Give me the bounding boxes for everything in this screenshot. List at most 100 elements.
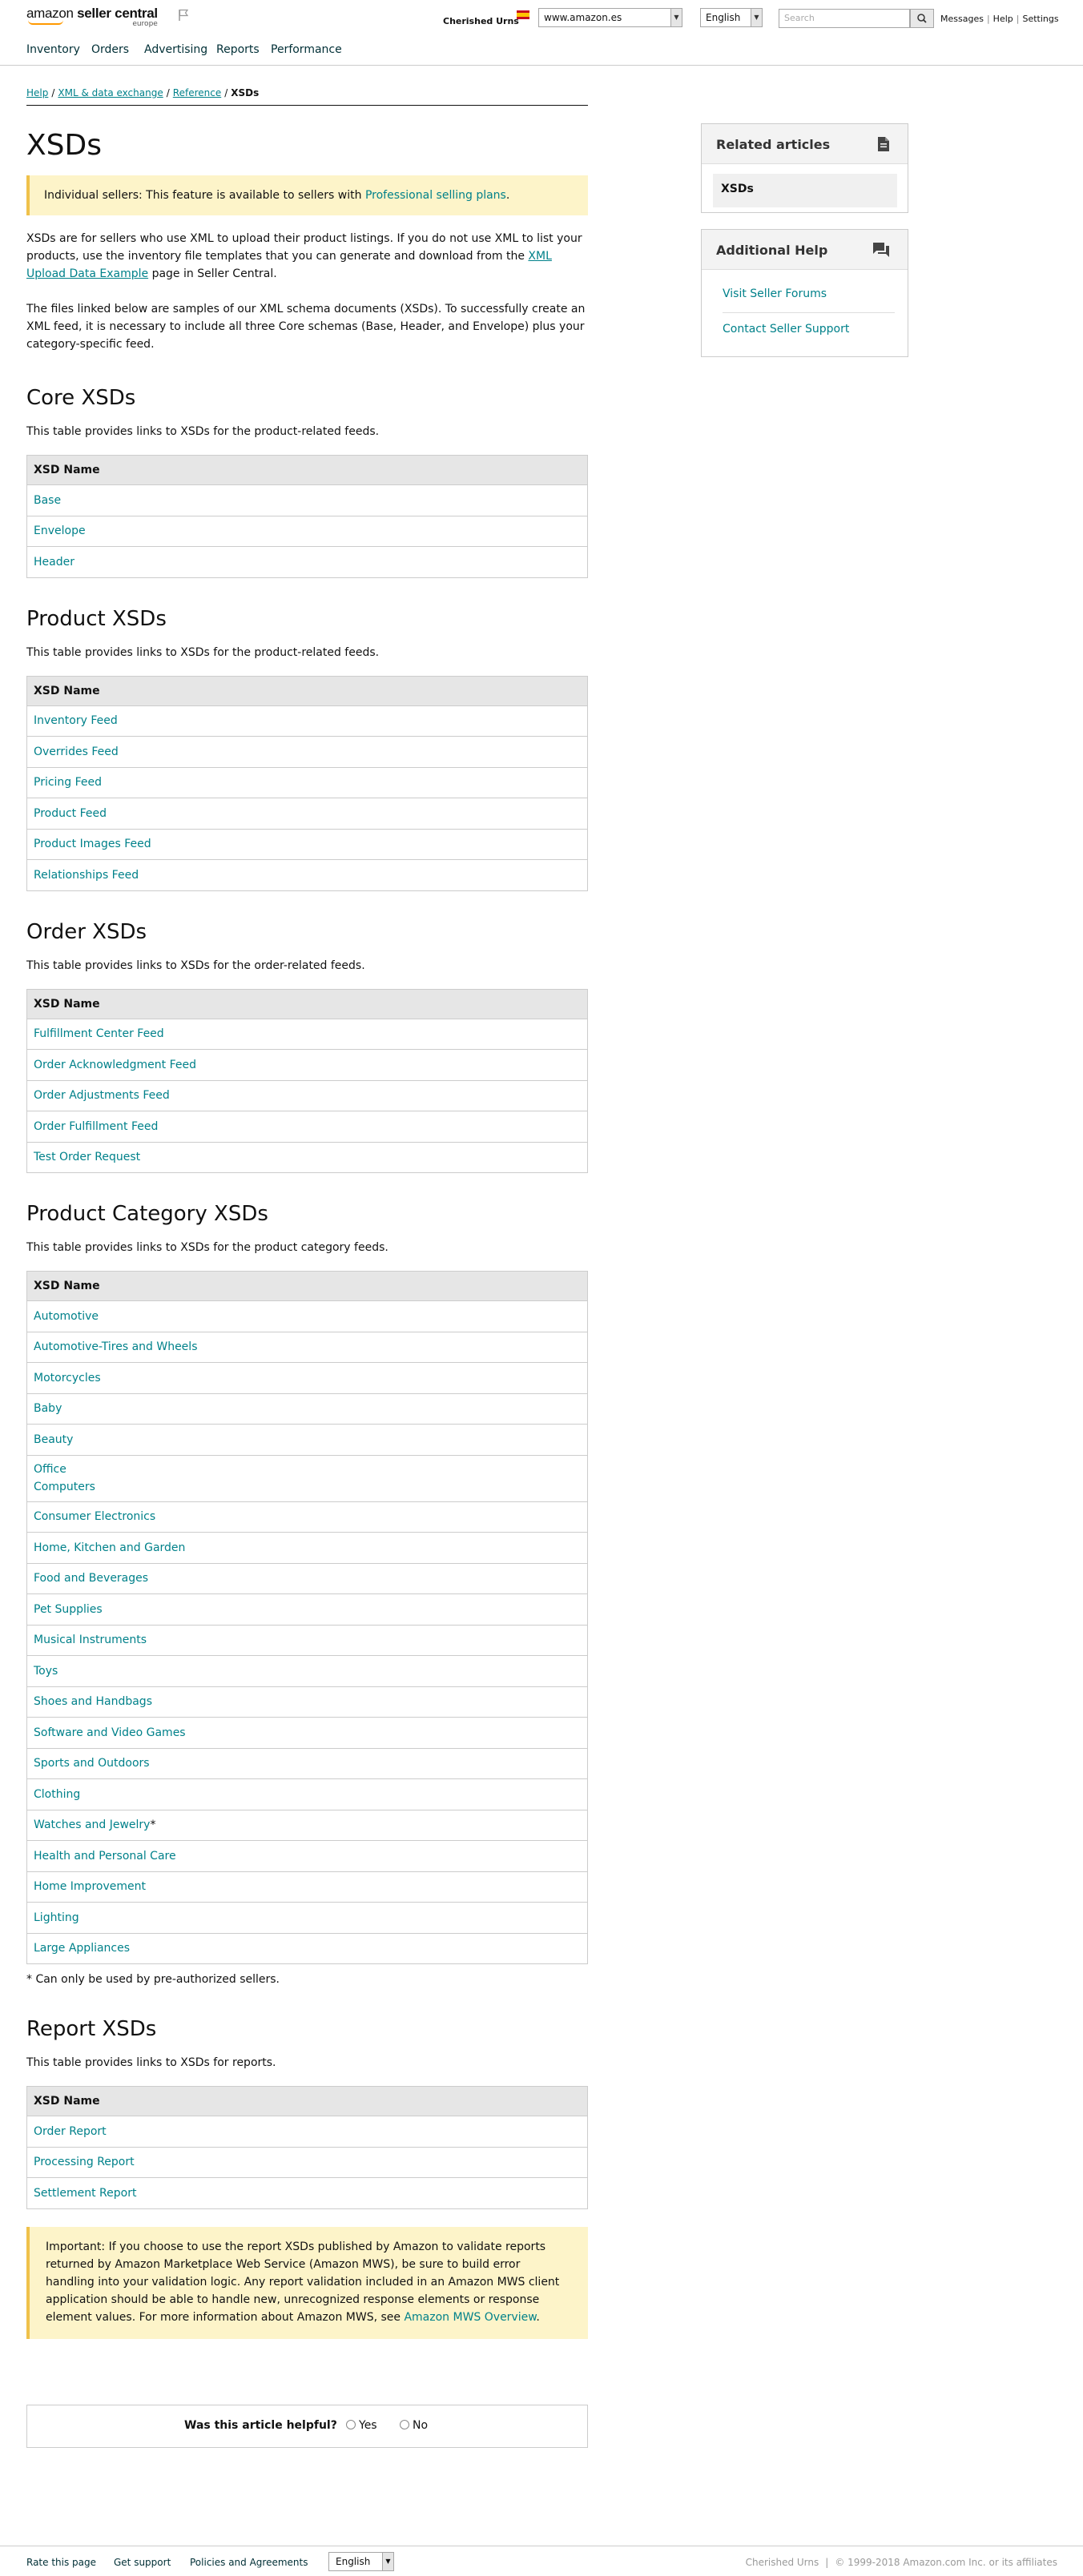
xsd-link-processing-report[interactable]: Processing Report [26, 2146, 588, 2178]
xsd-link-order-fulfillment-feed[interactable]: Order Fulfillment Feed [26, 1111, 588, 1143]
language-value: English [706, 12, 741, 23]
column-header: XSD Name [26, 2086, 588, 2116]
breadcrumb-help[interactable]: Help [26, 87, 48, 98]
main-nav: Inventory Orders Advertising Reports Per… [0, 32, 1083, 66]
xsd-link-order-acknowledgment-feed[interactable]: Order Acknowledgment Feed [26, 1049, 588, 1081]
seller-central-logo[interactable]: amazon seller central europe [26, 6, 158, 28]
mws-overview-link[interactable]: Amazon MWS Overview [404, 2311, 536, 2324]
radio-icon [400, 2419, 409, 2429]
product-xsds-table: XSD Name Inventory Feed Overrides Feed P… [26, 675, 588, 891]
xsd-link-sports-outdoors[interactable]: Sports and Outdoors [26, 1747, 588, 1779]
xsd-link-pet-supplies[interactable]: Pet Supplies [26, 1593, 588, 1626]
chevron-down-icon: ▼ [751, 9, 762, 26]
footer-get-support-link[interactable]: Get support [114, 2557, 171, 2568]
settings-link[interactable]: Settings [1022, 14, 1058, 24]
footer-copyright: © 1999-2018 Amazon.com Inc. or its affil… [835, 2557, 1057, 2568]
column-header: XSD Name [26, 1271, 588, 1301]
xsd-link-toys[interactable]: Toys [26, 1655, 588, 1687]
feedback-no-radio[interactable]: No [400, 2419, 428, 2432]
contact-seller-support-link[interactable]: Contact Seller Support [723, 323, 849, 336]
language-select[interactable]: English ▼ [700, 8, 763, 27]
xsd-link-pricing-feed[interactable]: Pricing Feed [26, 766, 588, 798]
restricted-asterisk: * [150, 1818, 156, 1832]
nav-orders[interactable]: Orders [91, 43, 129, 56]
intro-paragraph: XSDs are for sellers who use XML to uplo… [26, 230, 588, 283]
xsd-link-watches-jewelry[interactable]: Watches and Jewelry [34, 1818, 150, 1831]
xsd-link-home-improvement[interactable]: Home Improvement [26, 1871, 588, 1903]
xsd-link-product-images-feed[interactable]: Product Images Feed [26, 828, 588, 860]
xsd-link-office[interactable]: Office [34, 1461, 581, 1478]
breadcrumb-current: XSDs [231, 87, 260, 98]
help-link[interactable]: Help [993, 14, 1013, 24]
chevron-down-icon: ▼ [670, 9, 682, 26]
product-xsds-description: This table provides links to XSDs for th… [26, 645, 380, 659]
footer-policies-link[interactable]: Policies and Agreements [190, 2557, 308, 2568]
nav-reports[interactable]: Reports [216, 43, 260, 56]
xsd-link-envelope[interactable]: Envelope [26, 515, 588, 547]
xsd-link-automotive[interactable]: Automotive [26, 1300, 588, 1332]
xsd-link-order-adjustments-feed[interactable]: Order Adjustments Feed [26, 1079, 588, 1111]
report-xsds-heading: Report XSDs [26, 2017, 157, 2041]
xsd-link-consumer-electronics[interactable]: Consumer Electronics [26, 1501, 588, 1533]
xsd-link-inventory-feed[interactable]: Inventory Feed [26, 705, 588, 737]
related-article-xsds[interactable]: XSDs [713, 174, 897, 207]
xsd-link-lighting[interactable]: Lighting [26, 1902, 588, 1934]
marketplace-select[interactable]: www.amazon.es ▼ [538, 8, 682, 27]
xsd-link-product-feed[interactable]: Product Feed [26, 798, 588, 830]
related-articles-card: Related articles XSDs [701, 123, 908, 213]
feedback-question: Was this article helpful? [184, 2418, 337, 2432]
professional-plans-link[interactable]: Professional selling plans [365, 189, 506, 202]
breadcrumb-reference[interactable]: Reference [173, 87, 221, 98]
xsd-link-clothing[interactable]: Clothing [26, 1778, 588, 1810]
xsd-link-order-report[interactable]: Order Report [26, 2116, 588, 2148]
xsd-link-large-appliances[interactable]: Large Appliances [26, 1932, 588, 1964]
spain-flag-icon [517, 10, 529, 19]
flag-icon[interactable] [178, 9, 189, 22]
xsd-link-automotive-tires-wheels[interactable]: Automotive-Tires and Wheels [26, 1331, 588, 1363]
xsd-link-settlement-report[interactable]: Settlement Report [26, 2177, 588, 2209]
search-input[interactable]: Search [779, 9, 910, 28]
nav-advertising[interactable]: Advertising [144, 43, 207, 56]
xsd-link-motorcycles[interactable]: Motorcycles [26, 1362, 588, 1394]
chevron-down-icon: ▼ [382, 2553, 393, 2570]
xsd-link-food-beverages[interactable]: Food and Beverages [26, 1562, 588, 1594]
xsd-link-header[interactable]: Header [26, 546, 588, 578]
feedback-no-label: No [413, 2418, 429, 2432]
logo-smile-icon [28, 20, 63, 25]
xsd-link-home-kitchen-garden[interactable]: Home, Kitchen and Garden [26, 1532, 588, 1564]
important-end: . [536, 2310, 540, 2324]
messages-link[interactable]: Messages [940, 14, 984, 24]
footer-rate-page-link[interactable]: Rate this page [26, 2557, 96, 2568]
xsd-link-test-order-request[interactable]: Test Order Request [26, 1141, 588, 1173]
core-xsds-description: This table provides links to XSDs for th… [26, 425, 380, 438]
xsd-link-overrides-feed[interactable]: Overrides Feed [26, 736, 588, 768]
xsd-link-health-personal-care[interactable]: Health and Personal Care [26, 1840, 588, 1872]
order-xsds-heading: Order XSDs [26, 919, 147, 944]
nav-inventory[interactable]: Inventory [26, 43, 80, 56]
search-button[interactable] [910, 9, 934, 28]
schema-paragraph: The files linked below are samples of ou… [26, 303, 586, 351]
footer-language-select[interactable]: English ▼ [328, 2552, 394, 2571]
xsd-link-fulfillment-center-feed[interactable]: Fulfillment Center Feed [26, 1018, 588, 1050]
visit-seller-forums-link[interactable]: Visit Seller Forums [723, 287, 827, 300]
xsd-link-shoes-handbags[interactable]: Shoes and Handbags [26, 1686, 588, 1718]
footer: Rate this page Get support Policies and … [0, 2546, 1083, 2576]
xsd-link-musical-instruments[interactable]: Musical Instruments [26, 1624, 588, 1656]
category-xsds-heading: Product Category XSDs [26, 1202, 268, 1226]
seller-name[interactable]: Cherished Urns [443, 16, 519, 26]
feedback-yes-radio[interactable]: Yes [346, 2419, 377, 2432]
xsd-link-beauty[interactable]: Beauty [26, 1424, 588, 1456]
important-notice: Important: If you choose to use the repo… [26, 2226, 588, 2339]
xsd-link-base[interactable]: Base [26, 484, 588, 516]
xsd-link-software-video-games[interactable]: Software and Video Games [26, 1717, 588, 1749]
xsd-link-baby[interactable]: Baby [26, 1392, 588, 1425]
breadcrumb-xml-data-exchange[interactable]: XML & data exchange [58, 87, 163, 98]
xsd-link-relationships-feed[interactable]: Relationships Feed [26, 859, 588, 891]
logo-text-bold: seller central [73, 6, 158, 21]
column-header: XSD Name [26, 988, 588, 1019]
report-xsds-description: This table provides links to XSDs for re… [26, 2056, 276, 2069]
footer-seller-name: Cherished Urns [745, 2557, 819, 2568]
top-links: Messages | Help | Settings [940, 14, 1059, 24]
xsd-link-computers[interactable]: Computers [34, 1478, 581, 1496]
nav-performance[interactable]: Performance [271, 43, 342, 56]
